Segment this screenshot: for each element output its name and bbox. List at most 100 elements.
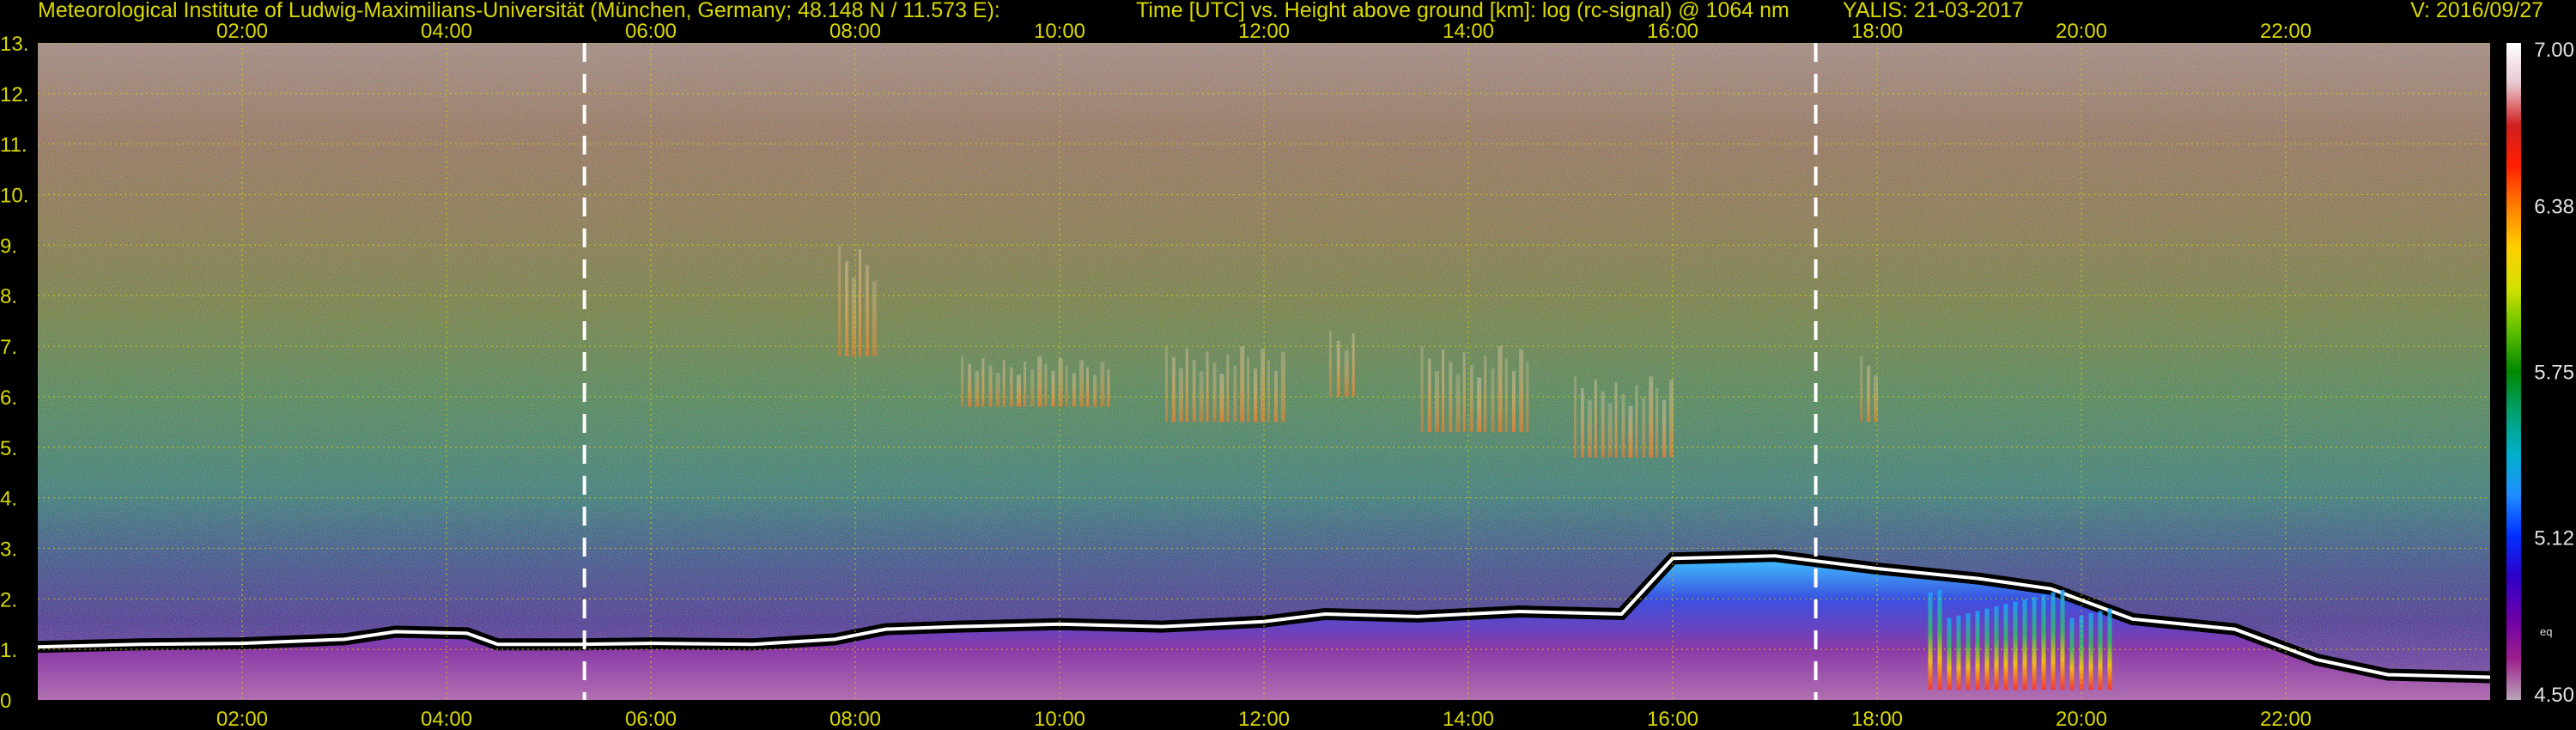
cirrus-streak <box>1185 349 1188 423</box>
cirrus-streak <box>1164 346 1168 423</box>
x-tick-label-bottom: 10:00 <box>1034 708 1085 730</box>
cirrus-streak <box>1860 356 1863 423</box>
y-tick-label: 5. <box>0 437 17 460</box>
x-tick-label-bottom: 08:00 <box>829 708 881 730</box>
cirrus-streak <box>1100 362 1105 407</box>
x-axis-bottom: 02:00 04:00 06:00 08:00 10:00 12:00 14:00 16:00… <box>216 708 2312 730</box>
cirrus-streak <box>1247 356 1250 423</box>
cirrus-streak <box>1336 340 1340 397</box>
cirrus-streak <box>1621 393 1625 458</box>
y-tick-label: 0 <box>0 690 11 713</box>
x-tick-label-top: 18:00 <box>1851 20 1903 43</box>
colorbar-unit-label: eq <box>2540 625 2552 638</box>
cirrus-streak <box>838 245 841 356</box>
x-tick-label-top: 20:00 <box>2056 20 2107 43</box>
header-version: V: 2016/09/27 <box>2410 0 2543 22</box>
cirrus-streak <box>1024 362 1027 407</box>
precip-streak <box>1994 605 1999 690</box>
precip-streak <box>1947 617 1952 690</box>
precip-streak <box>1937 589 1942 690</box>
colorbar-tick-label: 7.00 <box>2534 39 2574 62</box>
precip-streak <box>2098 611 2103 690</box>
cirrus-streak <box>1477 377 1482 433</box>
cirrus-streak <box>1016 374 1021 407</box>
x-tick-label-top: 04:00 <box>421 20 472 43</box>
cirrus-streak <box>1280 351 1285 423</box>
precip-streak <box>2032 597 2037 690</box>
cirrus-streak <box>1511 371 1516 433</box>
cirrus-streak <box>1093 374 1097 407</box>
y-tick-label: 12. <box>0 83 28 106</box>
x-axis-top: 02:00 04:00 06:00 08:00 10:00 12:00 14:00 16:00… <box>216 20 2312 43</box>
cirrus-streak <box>1206 351 1209 423</box>
y-tick-label: 7. <box>0 336 17 359</box>
cirrus-streak <box>1328 331 1332 397</box>
precip-streak <box>1956 615 1961 690</box>
cirrus-streak <box>1352 333 1355 397</box>
cirrus-streak <box>1171 356 1176 423</box>
cirrus-streak <box>1267 360 1270 423</box>
x-tick-label-top: 10:00 <box>1034 20 1085 43</box>
cirrus-streak <box>981 357 985 407</box>
cirrus-streak <box>975 370 980 407</box>
x-tick-label-top: 22:00 <box>2260 20 2312 43</box>
cirrus-streak <box>1226 354 1230 423</box>
cirrus-streak <box>1649 376 1654 458</box>
cirrus-streak <box>1498 346 1503 433</box>
x-tick-label-bottom: 20:00 <box>2056 708 2107 730</box>
plot-area <box>38 43 2490 700</box>
x-tick-label-bottom: 02:00 <box>216 708 268 730</box>
colorbar-tick-label: 4.50 <box>2534 684 2574 707</box>
cirrus-streak <box>1635 385 1638 458</box>
cirrus-streak <box>1442 349 1445 433</box>
precip-streak <box>1928 592 1933 690</box>
cirrus-streak <box>1030 368 1035 407</box>
precip-streak <box>1975 611 1980 690</box>
lidar-chart-svg: Meteorological Institute of Ludwig-Maxim… <box>0 0 2574 730</box>
cirrus-streak <box>988 365 993 407</box>
cirrus-streak <box>1065 365 1068 407</box>
cirrus-streak <box>1434 371 1439 433</box>
colorbar: 7.00 6.38 5.75 5.12 4.50 eq <box>2506 39 2574 707</box>
cirrus-streak <box>1469 364 1473 433</box>
y-tick-label: 1. <box>0 639 17 662</box>
cirrus-streak <box>1484 355 1487 433</box>
precip-streak <box>2003 604 2008 690</box>
x-tick-label-top: 16:00 <box>1647 20 1698 43</box>
cirrus-streak <box>1504 358 1508 433</box>
cirrus-streak <box>1107 368 1110 407</box>
y-tick-label: 9. <box>0 234 17 258</box>
cirrus-streak <box>1009 367 1013 407</box>
cirrus-streak <box>1086 367 1090 407</box>
cirrus-streak <box>1044 363 1048 407</box>
cirrus-streak <box>1212 362 1217 423</box>
cirrus-streak <box>1573 376 1577 458</box>
y-tick-label: 3. <box>0 538 17 561</box>
colorbar-tick-label: 5.12 <box>2534 526 2574 550</box>
lidar-quicklook: Meteorological Institute of Ludwig-Maxim… <box>0 0 2576 730</box>
cirrus-streak <box>1594 379 1597 458</box>
x-tick-label-top: 12:00 <box>1238 20 1290 43</box>
cirrus-streak <box>1240 346 1245 423</box>
cirrus-streak <box>1192 360 1196 423</box>
cirrus-streak <box>1462 352 1466 433</box>
precip-streak <box>1965 613 1971 690</box>
precip-streak <box>2013 601 2018 690</box>
cirrus-streak <box>1867 365 1871 423</box>
cirrus-streak <box>1078 360 1084 407</box>
cirrus-streak <box>1662 399 1667 458</box>
precip-streak <box>2022 599 2027 690</box>
precip-streak <box>2088 613 2093 690</box>
precip-streak <box>2069 617 2075 690</box>
cirrus-streak <box>1002 360 1005 407</box>
cirrus-streak <box>1058 357 1063 407</box>
cirrus-streak <box>1051 370 1055 407</box>
cirrus-streak <box>1261 349 1266 423</box>
cirrus-streak <box>845 261 849 356</box>
cirrus-streak <box>872 281 877 356</box>
cirrus-streak <box>1628 405 1633 458</box>
colorbar-ticks: 7.00 6.38 5.75 5.12 4.50 <box>2534 39 2574 707</box>
cirrus-streak <box>1642 397 1646 458</box>
x-tick-label-bottom: 12:00 <box>1238 708 1290 730</box>
y-axis: 0 1. 2. 3. 4. 5. 6. 7. 8. 9. 10. 11. 12. 13. <box>0 33 28 713</box>
